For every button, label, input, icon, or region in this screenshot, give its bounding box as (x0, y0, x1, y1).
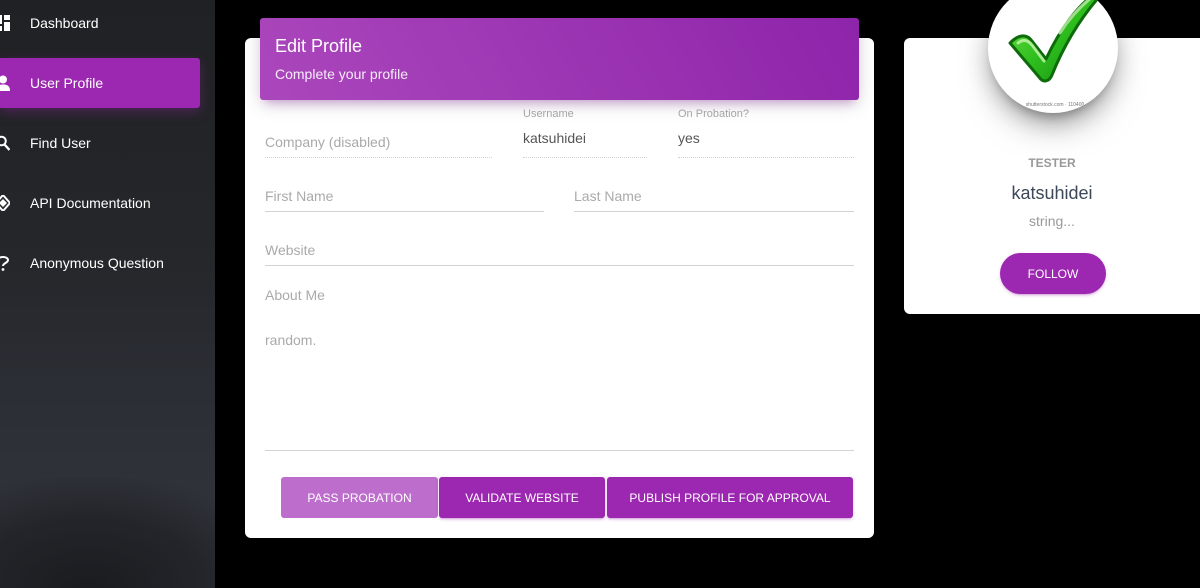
sidebar: Dashboard User Profile Find User API Doc… (0, 0, 215, 588)
first-name-placeholder: First Name (265, 188, 334, 204)
first-name-field[interactable]: First Name (265, 180, 544, 212)
probation-label: On Probation? (678, 108, 749, 120)
username-value: katsuhidei (523, 130, 587, 146)
sidebar-item-dashboard[interactable]: Dashboard (0, 0, 200, 48)
page-title: Edit Profile (275, 36, 363, 56)
sidebar-item-find-user[interactable]: Find User (0, 118, 200, 168)
last-name-field[interactable]: Last Name (574, 180, 854, 212)
sidebar-item-label: Anonymous Question (30, 255, 164, 271)
sidebar-item-label: User Profile (30, 75, 104, 91)
validate-website-button[interactable]: VALIDATE WEBSITE (439, 477, 605, 518)
about-me-textarea[interactable]: random. (265, 332, 316, 348)
sidebar-item-label: Dashboard (30, 15, 99, 31)
avatar: shutterstock.com · 110400 (988, 0, 1118, 113)
publish-profile-button[interactable]: PUBLISH PROFILE FOR APPROVAL (607, 477, 853, 518)
profile-role: TESTER (1028, 156, 1076, 170)
sidebar-item-label: Find User (30, 135, 91, 151)
avatar-watermark: shutterstock.com · 110400 (1025, 102, 1085, 108)
sidebar-item-anonymous-question[interactable]: Anonymous Question (0, 238, 200, 288)
profile-name: katsuhidei (1011, 183, 1093, 203)
edit-profile-header: Edit Profile Complete your profile (260, 18, 859, 100)
profile-description: string... (1029, 213, 1075, 229)
about-me-label: About Me (265, 287, 325, 303)
person-icon (0, 74, 10, 92)
sidebar-item-user-profile[interactable]: User Profile (0, 58, 200, 108)
probation-field: On Probation? yes (678, 108, 854, 158)
pass-probation-button[interactable]: PASS PROBATION (281, 477, 438, 518)
page-subtitle: Complete your profile (275, 66, 409, 82)
sidebar-item-label: API Documentation (30, 195, 151, 211)
company-field: Company (disabled) (265, 124, 492, 158)
code-icon (0, 194, 10, 212)
website-placeholder: Website (265, 242, 316, 258)
username-label: Username (523, 108, 574, 120)
about-me-underline (265, 450, 854, 451)
probation-value: yes (678, 130, 700, 146)
help-icon (0, 254, 10, 272)
search-icon (0, 134, 10, 152)
dashboard-icon (0, 14, 10, 32)
last-name-placeholder: Last Name (574, 188, 642, 204)
username-field: Username katsuhidei (523, 108, 647, 158)
sidebar-item-api-documentation[interactable]: API Documentation (0, 178, 200, 228)
follow-button[interactable]: FOLLOW (1000, 253, 1106, 294)
company-placeholder: Company (disabled) (265, 134, 391, 150)
checkmark-icon (1008, 0, 1099, 83)
website-field[interactable]: Website (265, 234, 854, 266)
